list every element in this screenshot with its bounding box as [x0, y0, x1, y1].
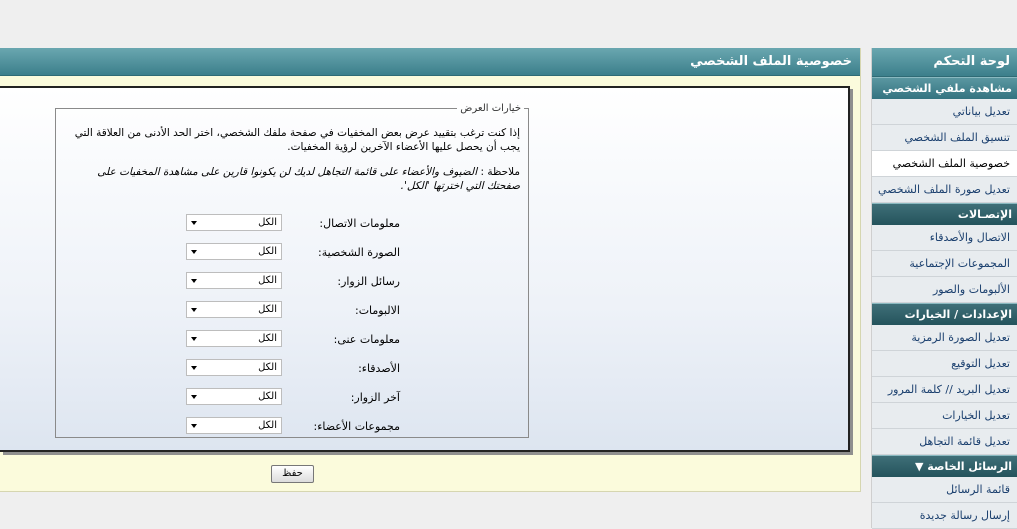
dropdown-arrow-icon — [191, 221, 197, 225]
sidebar-item-contacts-friends[interactable]: الاتصال والأصدقاء — [872, 225, 1017, 251]
select-value: الكل — [258, 362, 277, 373]
row-label: الالبومات: — [355, 304, 400, 317]
dropdown-arrow-icon — [191, 424, 197, 428]
sidebar-item-edit-signature[interactable]: تعديل التوقيع — [872, 351, 1017, 377]
sidebar-item-customize-profile[interactable]: تنسيق الملف الشخصي — [872, 125, 1017, 151]
row-label: معلومات الاتصال: — [319, 217, 400, 230]
sidebar-section-settings[interactable]: الإعدادات / الخيارات — [872, 303, 1017, 325]
select-value: الكل — [258, 304, 277, 315]
sidebar-item-edit-options[interactable]: تعديل الخيارات — [872, 403, 1017, 429]
privacy-row-visitor-messages: رسائل الزوار: الكل — [54, 272, 528, 292]
albums-select[interactable]: الكل — [186, 301, 282, 318]
control-panel-sidebar: لوحة التحكم مشاهدة ملفي الشخصي تعديل بيا… — [871, 48, 1017, 529]
note-prefix: ملاحظة : — [477, 166, 520, 178]
select-value: الكل — [258, 246, 277, 257]
sidebar-item-edit-profile[interactable]: تعديل بياناتي — [872, 99, 1017, 125]
display-options-fieldset: خيارات العرض إذا كنت ترغب بتقييد عرض بعض… — [55, 103, 529, 438]
sidebar-section-networking[interactable]: الإتصـالات — [872, 203, 1017, 225]
row-label: الأصدقاء: — [358, 362, 400, 375]
select-value: الكل — [258, 420, 277, 431]
sidebar-title[interactable]: لوحة التحكم — [872, 48, 1017, 77]
sidebar-item-edit-avatar[interactable]: تعديل الصورة الرمزية — [872, 325, 1017, 351]
dropdown-arrow-icon — [191, 279, 197, 283]
recent-visitors-select[interactable]: الكل — [186, 388, 282, 405]
row-label: رسائل الزوار: — [337, 275, 400, 288]
content-box: خيارات العرض إذا كنت ترغب بتقييد عرض بعض… — [0, 86, 850, 452]
sidebar-item-ignore-list[interactable]: تعديل قائمة التجاهل — [872, 429, 1017, 455]
row-label: معلومات عنى: — [333, 333, 400, 346]
sidebar-section-private-messages[interactable]: الرسائل الخاصة ▼ — [872, 455, 1017, 477]
sidebar-item-new-message[interactable]: إرسال رسالة جديدة — [872, 503, 1017, 529]
select-value: الكل — [258, 391, 277, 402]
privacy-row-friends: الأصدقاء: الكل — [54, 359, 528, 379]
sidebar-section-profile[interactable]: مشاهدة ملفي الشخصي — [872, 77, 1017, 99]
fieldset-legend: خيارات العرض — [460, 103, 521, 114]
privacy-row-profile-pic: الصورة الشخصية: الكل — [54, 243, 528, 263]
privacy-description: إذا كنت ترغب بتقييد عرض بعض المخفيات في … — [74, 127, 520, 153]
privacy-note: ملاحظة : الضيوف والأعضاء على قائمة التجا… — [70, 165, 520, 193]
privacy-row-about-me: معلومات عنى: الكل — [54, 330, 528, 350]
sidebar-item-profile-picture[interactable]: تعديل صورة الملف الشخصي — [872, 177, 1017, 203]
row-label: الصورة الشخصية: — [318, 246, 400, 259]
privacy-row-groups: مجموعات الأعضاء: الكل — [54, 417, 528, 437]
privacy-row-contact: معلومات الاتصال: الكل — [54, 214, 528, 234]
dropdown-arrow-icon — [191, 308, 197, 312]
select-value: الكل — [258, 217, 277, 228]
page-title: خصوصية الملف الشخصي — [0, 48, 860, 76]
profile-picture-select[interactable]: الكل — [186, 243, 282, 260]
privacy-row-albums: الالبومات: الكل — [54, 301, 528, 321]
about-me-select[interactable]: الكل — [186, 330, 282, 347]
sidebar-item-message-list[interactable]: قائمة الرسائل — [872, 477, 1017, 503]
dropdown-arrow-icon — [191, 395, 197, 399]
member-groups-select[interactable]: الكل — [186, 417, 282, 434]
sidebar-item-albums-pictures[interactable]: الألبومات والصور — [872, 277, 1017, 303]
privacy-row-recent-visitors: آخر الزوار: الكل — [54, 388, 528, 408]
dropdown-arrow-icon — [191, 337, 197, 341]
contact-info-select[interactable]: الكل — [186, 214, 282, 231]
sidebar-item-social-groups[interactable]: المجموعات الإجتماعية — [872, 251, 1017, 277]
dropdown-arrow-icon — [191, 250, 197, 254]
save-button[interactable]: حفظ — [271, 465, 314, 483]
row-label: آخر الزوار: — [350, 391, 400, 404]
select-value: الكل — [258, 275, 277, 286]
select-value: الكل — [258, 333, 277, 344]
visitor-messages-select[interactable]: الكل — [186, 272, 282, 289]
sidebar-item-edit-email-password[interactable]: تعديل البريد // كلمة المرور — [872, 377, 1017, 403]
friends-select[interactable]: الكل — [186, 359, 282, 376]
dropdown-arrow-icon — [191, 366, 197, 370]
sidebar-item-profile-privacy[interactable]: خصوصية الملف الشخصي — [872, 151, 1017, 177]
row-label: مجموعات الأعضاء: — [313, 420, 400, 433]
note-text: الضيوف والأعضاء على قائمة التجاهل لديك ل… — [97, 166, 520, 192]
main-panel: خصوصية الملف الشخصي خيارات العرض إذا كنت… — [0, 48, 861, 492]
